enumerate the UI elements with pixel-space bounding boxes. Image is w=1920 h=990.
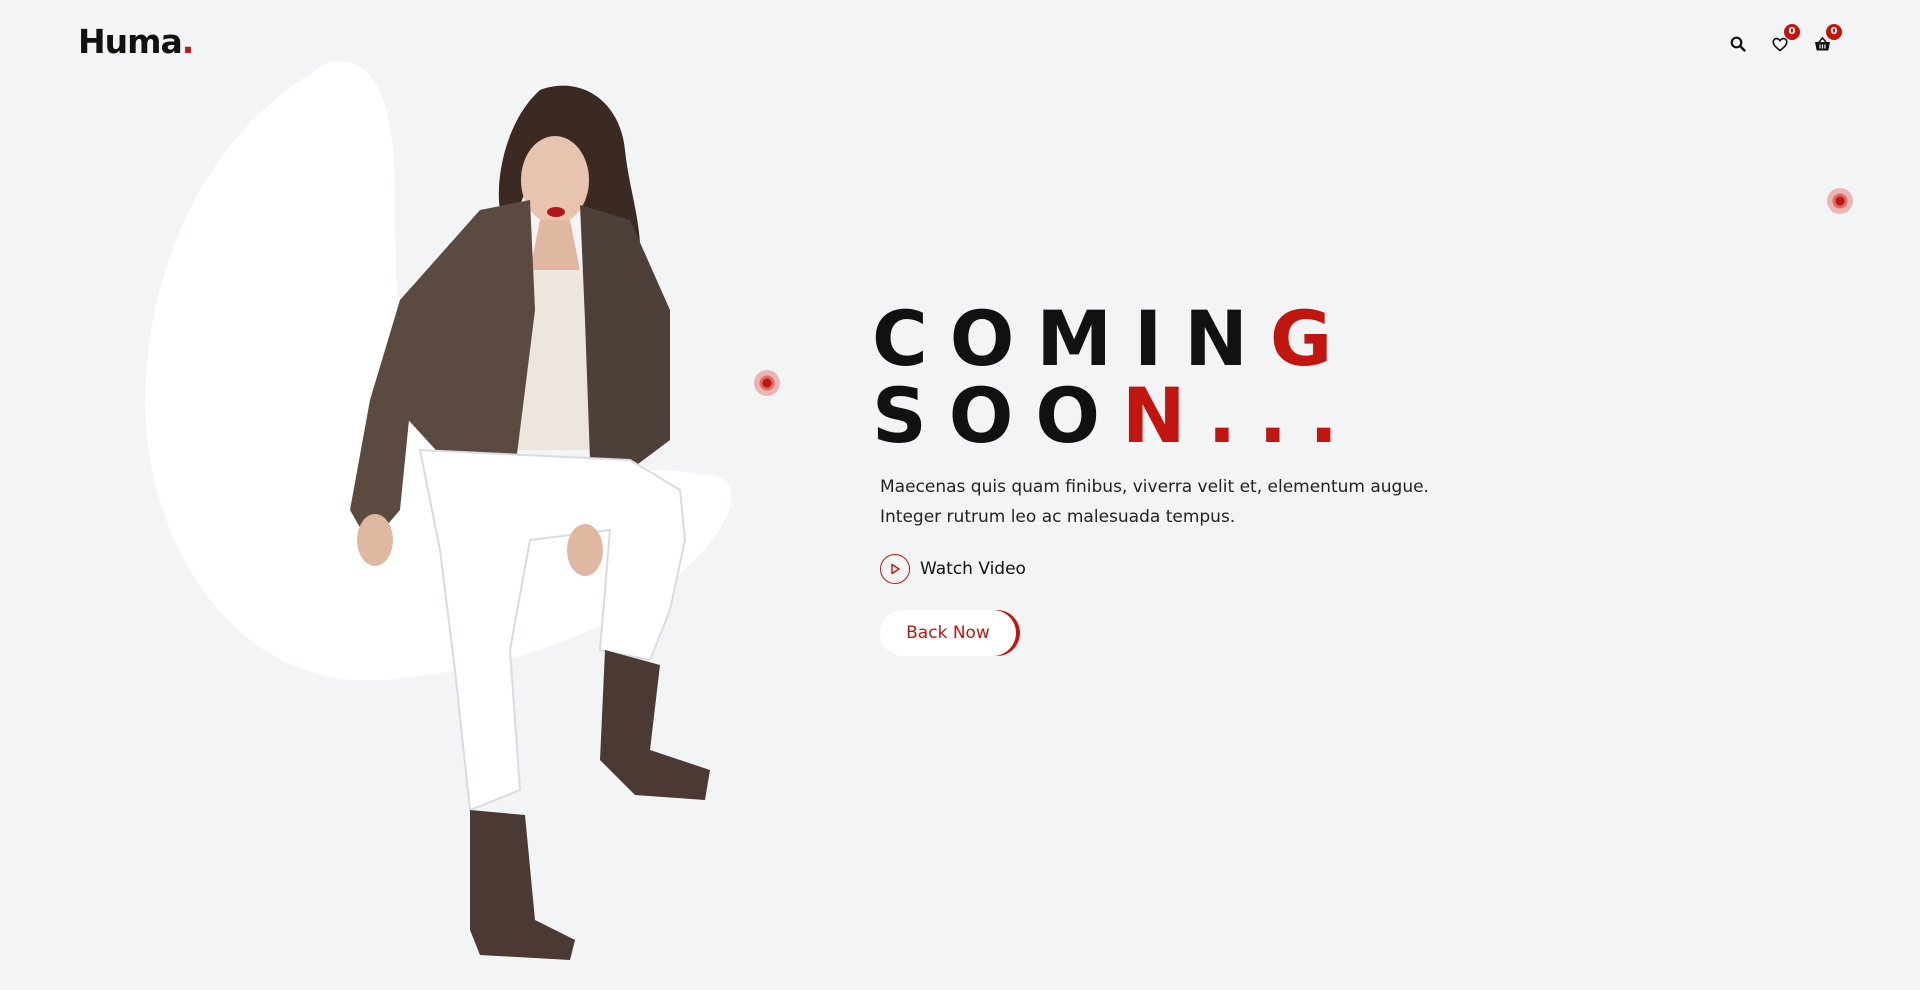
- back-now-button[interactable]: Back Now: [880, 610, 1016, 656]
- cart-button[interactable]: 0: [1812, 24, 1842, 54]
- watch-video-label: Watch Video: [920, 559, 1026, 579]
- header-actions: 0 0: [1728, 24, 1842, 54]
- pulse-dot: [754, 370, 780, 396]
- wishlist-count-badge: 0: [1784, 24, 1800, 40]
- site-logo[interactable]: Huma.: [78, 22, 195, 61]
- headline-line-2-text: SOO: [872, 371, 1122, 460]
- boot-left-shape: [470, 810, 575, 960]
- search-button[interactable]: [1728, 34, 1748, 54]
- coming-soon-page: Huma. 0 0 COMING SOON... Maecenas quis q…: [0, 0, 1920, 990]
- jacket-shape: [390, 200, 535, 470]
- headline-line-1-accent: G: [1269, 294, 1355, 383]
- logo-text: Huma: [78, 22, 183, 61]
- hero-headline: COMING SOON...: [872, 300, 1450, 454]
- model-photo: [350, 85, 710, 960]
- heart-icon: [1772, 37, 1788, 52]
- pulse-dot: [1827, 188, 1853, 214]
- basket-icon: [1814, 36, 1830, 50]
- cart-count-badge: 0: [1826, 24, 1842, 40]
- play-icon: [880, 554, 910, 584]
- watch-video-link[interactable]: Watch Video: [880, 554, 1450, 584]
- wishlist-button[interactable]: 0: [1770, 24, 1800, 54]
- headline-line-1: COMING: [872, 300, 1450, 377]
- headline-line-2-accent: N...: [1121, 371, 1361, 460]
- search-icon: [1730, 36, 1746, 52]
- boot-right-shape: [600, 650, 710, 800]
- hero-content: COMING SOON... Maecenas quis quam finibu…: [872, 300, 1450, 656]
- headline-line-2: SOON...: [872, 377, 1450, 454]
- hero-description: Maecenas quis quam finibus, viverra veli…: [880, 477, 1429, 527]
- logo-accent: .: [181, 22, 195, 61]
- headline-line-1-text: COMIN: [872, 294, 1270, 383]
